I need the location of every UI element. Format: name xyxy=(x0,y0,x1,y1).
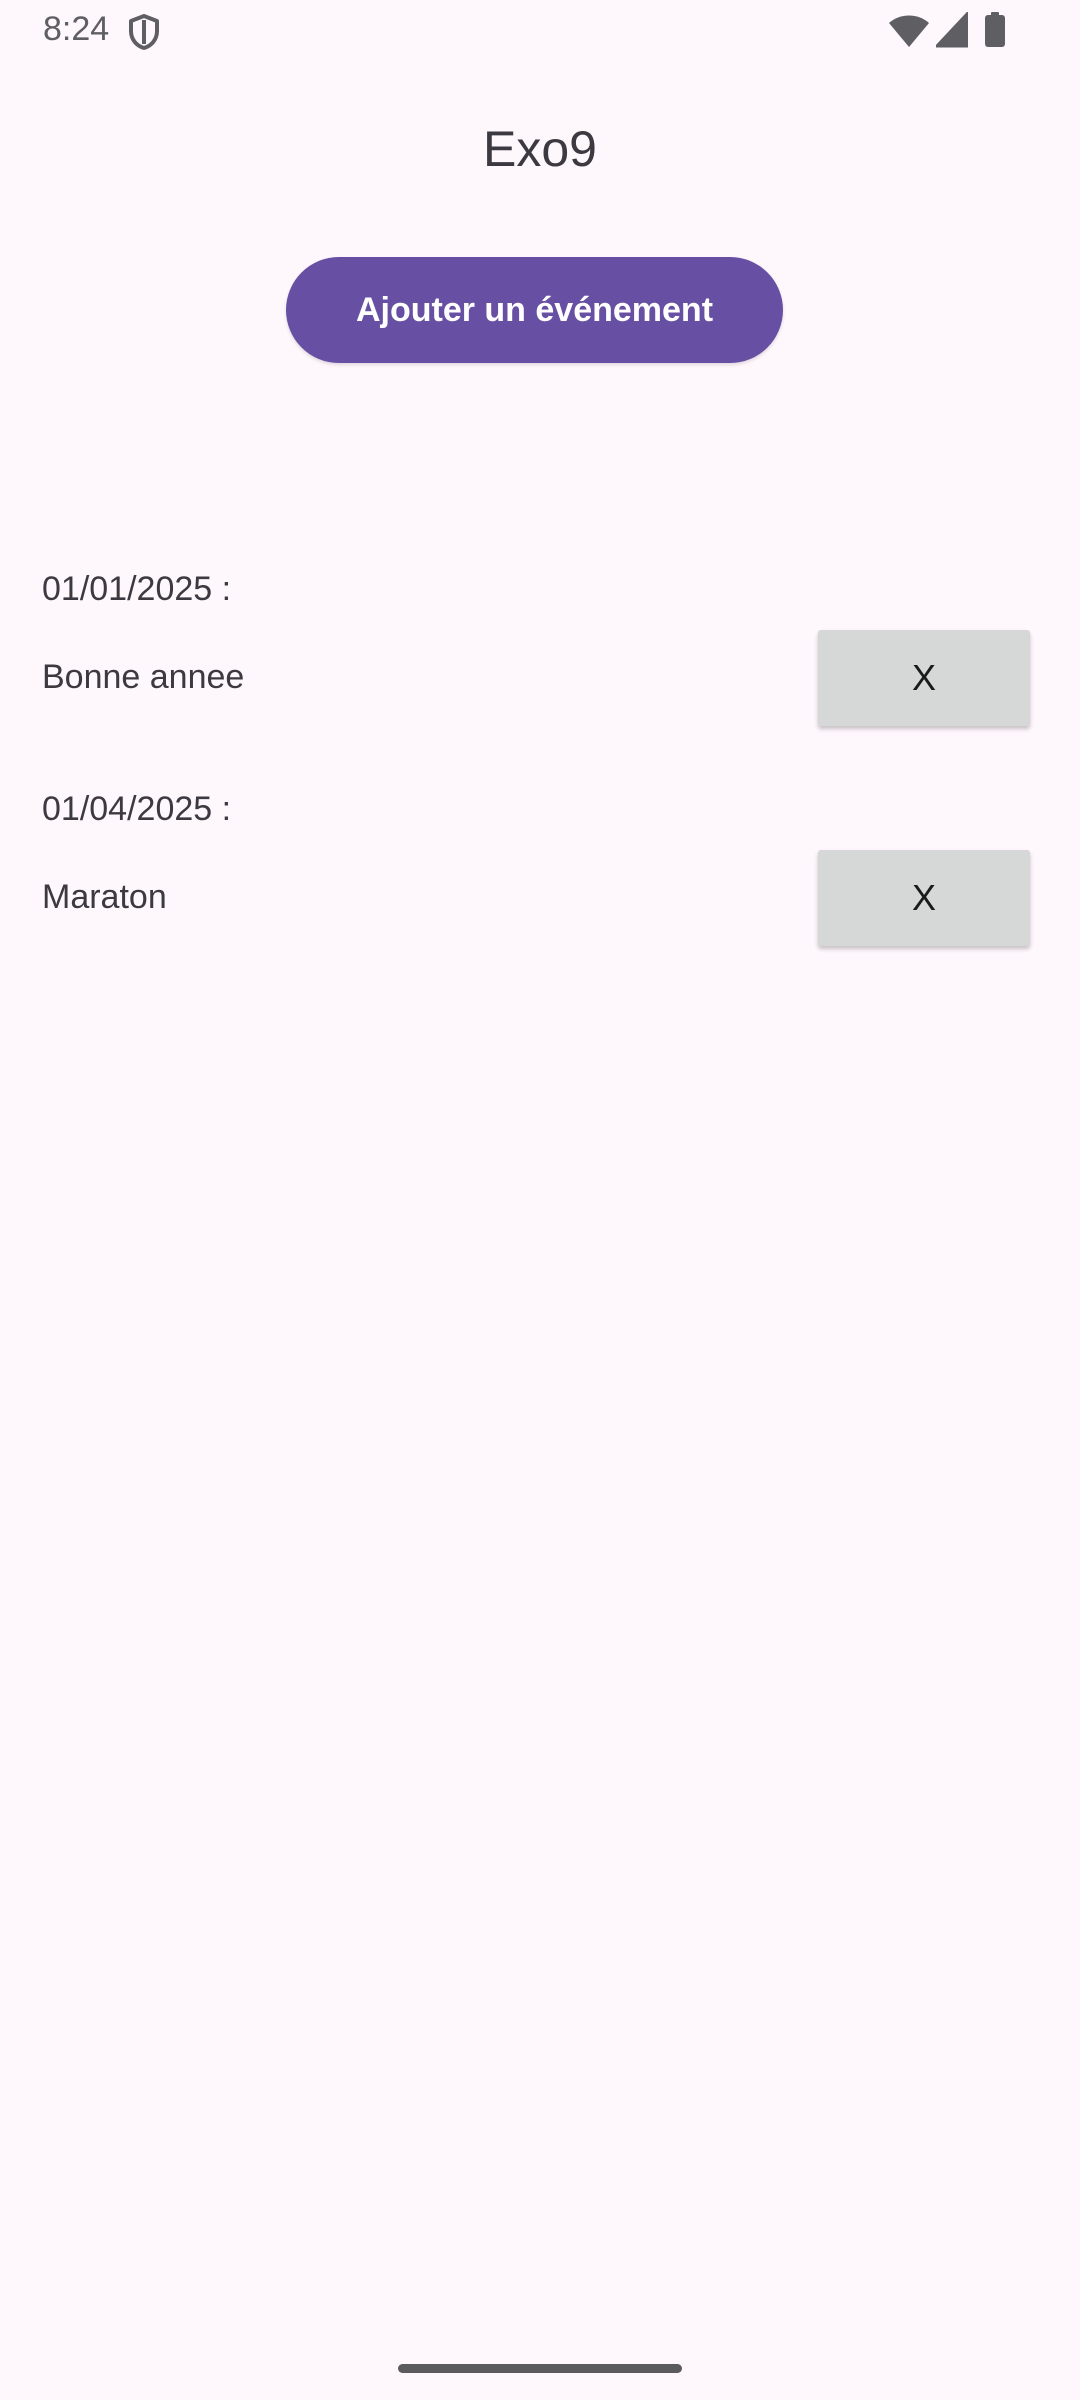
gesture-nav-bar[interactable] xyxy=(398,2364,682,2373)
screen: 8:24 Exo9 Ajouter un événement 01/01/202… xyxy=(0,0,1080,2400)
shield-icon xyxy=(129,14,159,50)
event-name: Bonne annee xyxy=(42,658,245,696)
delete-event-button[interactable]: X xyxy=(818,630,1030,726)
event-date: 01/04/2025 : xyxy=(42,790,232,828)
app-title: Exo9 xyxy=(483,121,597,177)
status-time: 8:24 xyxy=(43,10,110,48)
wifi-icon xyxy=(889,15,929,47)
signal-icon xyxy=(936,12,968,48)
event-name: Maraton xyxy=(42,878,167,916)
event-date: 01/01/2025 : xyxy=(42,570,232,608)
status-bar: 8:24 xyxy=(0,0,1080,62)
delete-event-button[interactable]: X xyxy=(818,850,1030,946)
battery-icon xyxy=(985,12,1005,47)
add-event-button[interactable]: Ajouter un événement xyxy=(286,257,783,363)
